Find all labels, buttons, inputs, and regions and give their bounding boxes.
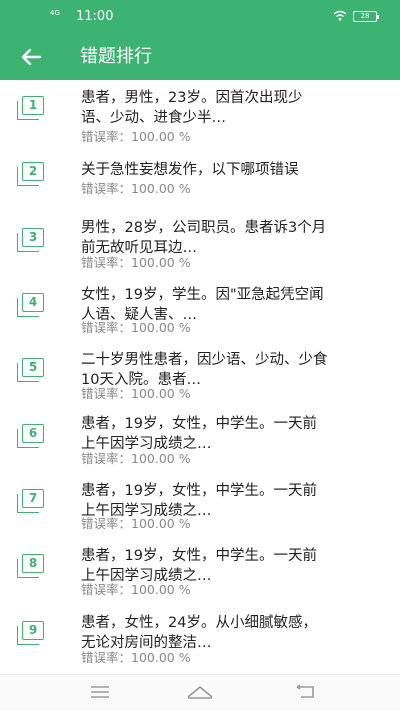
list-item[interactable]: 7 患者，19岁，女性，中学生。一天前 上午因学习成绩之… 错误率：100.00 … [0,481,400,547]
rank-badge-icon: 9 [17,621,44,645]
question-text: 男性，28岁，公司职员。患者诉3个月 前无故听见耳边… [81,220,327,256]
system-nav-bar [0,674,400,711]
list-item[interactable]: 3 男性，28岁，公司职员。患者诉3个月 前无故听见耳边… 错误率：100.00 … [0,218,400,284]
list-item[interactable]: 8 患者，19岁，女性，中学生。一天前 上午因学习成绩之… 错误率：100.00 … [0,546,400,612]
error-rate: 错误率：100.00 % [81,181,191,196]
back-icon[interactable] [296,684,316,704]
rank-badge-icon: 6 [17,424,44,448]
error-rate: 错误率：100.00 % [81,320,191,335]
wrong-question-list: 1 患者，男性，23岁。因首次出现少 语、少动、进食少半… 错误率：100.00 … [0,80,400,674]
list-item[interactable]: 4 女性，19岁，学生。因"亚急起凭空闻 人语、疑人害、… 错误率：100.00 … [0,285,400,351]
list-item[interactable]: 2 关于急性妄想发作，以下哪项错误 错误率：100.00 % [0,160,400,226]
list-item[interactable]: 9 患者，女性，24岁。从小细腻敏感， 无论对房间的整洁… 错误率：100.00 … [0,613,400,674]
page-title: 错题排行 [80,46,152,67]
menu-icon[interactable] [90,684,110,704]
question-text: 女性，19岁，学生。因"亚急起凭空闻 人语、疑人害、… [81,287,324,323]
app-bar: 错题排行 [0,34,400,80]
home-icon[interactable] [186,684,214,704]
question-text: 患者，19岁，女性，中学生。一天前 上午因学习成绩之… [81,483,317,519]
rank-badge-icon: 8 [17,554,44,578]
status-bar: 4G 11:00 28 [0,0,400,34]
list-item[interactable]: 5 二十岁男性患者，因少语、少动、少食 10天入院。患者… 错误率：100.00 … [0,350,400,416]
battery-icon: 28 [353,11,379,22]
error-rate: 错误率：100.00 % [81,582,191,597]
rank-badge-icon: 7 [17,489,44,513]
error-rate: 错误率：100.00 % [81,129,191,144]
question-text: 二十岁男性患者，因少语、少动、少食 10天入院。患者… [81,352,328,388]
question-text: 患者，男性，23岁。因首次出现少 语、少动、进食少半… [81,90,303,126]
back-arrow-icon[interactable] [20,47,42,67]
list-item[interactable]: 6 患者，19岁，女性，中学生。一天前 上午因学习成绩之… 错误率：100.00 … [0,414,400,480]
question-text: 患者，19岁，女性，中学生。一天前 上午因学习成绩之… [81,416,317,452]
status-time: 11:00 [76,9,114,24]
error-rate: 错误率：100.00 % [81,451,191,466]
rank-badge-icon: 2 [17,162,44,186]
rank-badge-icon: 3 [17,228,44,252]
list-item[interactable]: 1 患者，男性，23岁。因首次出现少 语、少动、进食少半… 错误率：100.00 … [0,88,400,154]
error-rate: 错误率：100.00 % [81,386,191,401]
question-text: 患者，女性，24岁。从小细腻敏感， 无论对房间的整洁… [81,615,317,651]
wifi-icon [333,10,347,25]
rank-badge-icon: 4 [17,293,44,317]
error-rate: 错误率：100.00 % [81,650,191,665]
signal-indicator: 4G [50,9,60,17]
error-rate: 错误率：100.00 % [81,516,191,531]
rank-badge-icon: 5 [17,358,44,382]
error-rate: 错误率：100.00 % [81,255,191,270]
question-text: 患者，19岁，女性，中学生。一天前 上午因学习成绩之… [81,548,317,584]
question-text: 关于急性妄想发作，以下哪项错误 [81,162,299,178]
rank-badge-icon: 1 [17,96,44,120]
